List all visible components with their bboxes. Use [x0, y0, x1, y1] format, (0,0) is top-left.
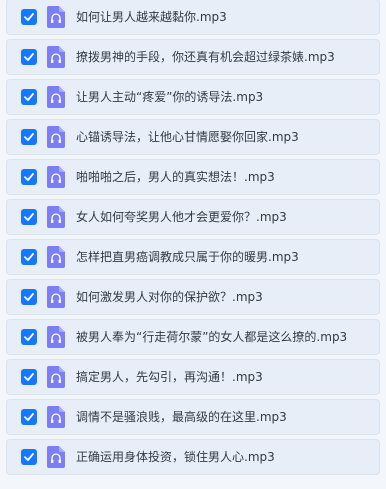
- item-checkbox[interactable]: [21, 369, 37, 385]
- item-checkbox[interactable]: [21, 89, 37, 105]
- list-item[interactable]: 啪啪啪之后，男人的真实想法！.mp3: [6, 159, 380, 195]
- audio-file-icon: [47, 406, 65, 428]
- checkmark-icon: [24, 253, 34, 261]
- file-list: 如何让男人越来越黏你.mp3 撩拨男神的手段，你还真有机会超过绿茶婊.mp3 让…: [0, 0, 386, 488]
- audio-file-icon: [47, 446, 65, 468]
- checkmark-icon: [24, 93, 34, 101]
- checkmark-icon: [24, 453, 34, 461]
- audio-file-icon: [47, 366, 65, 388]
- audio-file-icon: [47, 246, 65, 268]
- file-name: 撩拨男神的手段，你还真有机会超过绿茶婊.mp3: [76, 50, 335, 64]
- checkmark-icon: [24, 173, 34, 181]
- checkmark-icon: [24, 373, 34, 381]
- file-name: 如何激发男人对你的保护欲？.mp3: [76, 290, 263, 304]
- audio-file-icon: [47, 46, 65, 68]
- item-checkbox[interactable]: [21, 129, 37, 145]
- audio-file-icon: [47, 166, 65, 188]
- item-checkbox[interactable]: [21, 209, 37, 225]
- checkmark-icon: [24, 53, 34, 61]
- audio-file-icon: [47, 286, 65, 308]
- audio-file-icon: [47, 126, 65, 148]
- checkmark-icon: [24, 213, 34, 221]
- list-item[interactable]: 如何让男人越来越黏你.mp3: [6, 0, 380, 35]
- file-name: 女人如何夸奖男人他才会更爱你？.mp3: [76, 210, 287, 224]
- audio-file-icon: [47, 86, 65, 108]
- list-item[interactable]: 被男人奉为“行走荷尔蒙”的女人都是这么撩的.mp3: [6, 319, 380, 355]
- item-checkbox[interactable]: [21, 409, 37, 425]
- file-name: 被男人奉为“行走荷尔蒙”的女人都是这么撩的.mp3: [76, 330, 348, 344]
- list-item[interactable]: 正确运用身体投资，锁住男人心.mp3: [6, 439, 380, 475]
- file-name: 心锚诱导法，让他心甘情愿娶你回家.mp3: [76, 130, 299, 144]
- item-checkbox[interactable]: [21, 49, 37, 65]
- list-item[interactable]: 如何激发男人对你的保护欲？.mp3: [6, 279, 380, 315]
- item-checkbox[interactable]: [21, 249, 37, 265]
- audio-file-icon: [47, 206, 65, 228]
- file-name: 调情不是骚浪贱，最高级的在这里.mp3: [76, 410, 287, 424]
- item-checkbox[interactable]: [21, 289, 37, 305]
- audio-file-icon: [47, 6, 65, 28]
- file-name: 正确运用身体投资，锁住男人心.mp3: [76, 450, 275, 464]
- item-checkbox[interactable]: [21, 9, 37, 25]
- file-name: 怎样把直男癌调教成只属于你的暖男.mp3: [76, 250, 299, 264]
- item-checkbox[interactable]: [21, 449, 37, 465]
- list-item[interactable]: 调情不是骚浪贱，最高级的在这里.mp3: [6, 399, 380, 435]
- item-checkbox[interactable]: [21, 169, 37, 185]
- file-name: 啪啪啪之后，男人的真实想法！.mp3: [76, 170, 275, 184]
- file-name: 搞定男人，先勾引，再沟通！.mp3: [76, 370, 263, 384]
- item-checkbox[interactable]: [21, 329, 37, 345]
- list-item[interactable]: 心锚诱导法，让他心甘情愿娶你回家.mp3: [6, 119, 380, 155]
- audio-file-icon: [47, 326, 65, 348]
- checkmark-icon: [24, 413, 34, 421]
- file-name: 如何让男人越来越黏你.mp3: [76, 10, 227, 24]
- list-item[interactable]: 让男人主动“疼爱”你的诱导法.mp3: [6, 79, 380, 115]
- list-item[interactable]: 女人如何夸奖男人他才会更爱你？.mp3: [6, 199, 380, 235]
- list-item[interactable]: 撩拨男神的手段，你还真有机会超过绿茶婊.mp3: [6, 39, 380, 75]
- checkmark-icon: [24, 293, 34, 301]
- list-item[interactable]: 搞定男人，先勾引，再沟通！.mp3: [6, 359, 380, 395]
- checkmark-icon: [24, 133, 34, 141]
- file-name: 让男人主动“疼爱”你的诱导法.mp3: [76, 90, 264, 104]
- checkmark-icon: [24, 13, 34, 21]
- checkmark-icon: [24, 333, 34, 341]
- list-item[interactable]: 怎样把直男癌调教成只属于你的暖男.mp3: [6, 239, 380, 275]
